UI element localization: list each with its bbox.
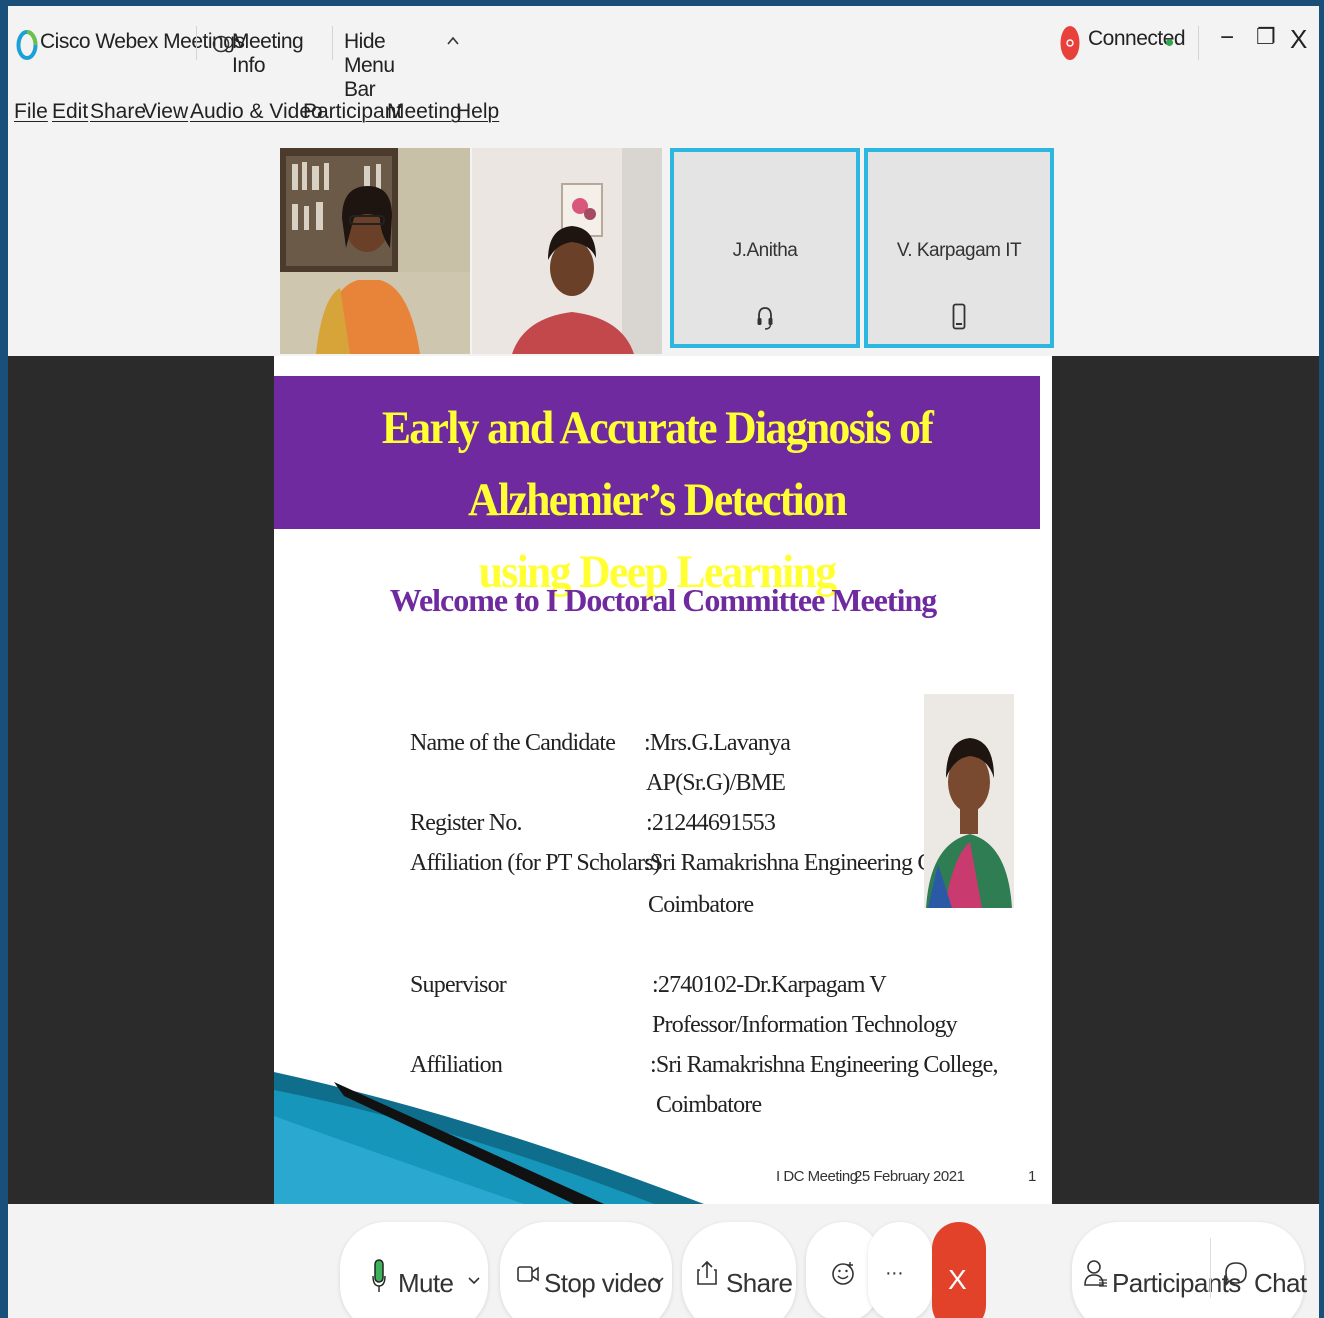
menu-file[interactable]: File	[14, 100, 48, 124]
stop-video-button[interactable]: Stop video	[500, 1222, 672, 1318]
participant-tile-v-karpagam[interactable]: V. Karpagam IT	[864, 148, 1054, 348]
menu-view[interactable]: View	[143, 100, 188, 124]
presentation-slide: Early and Accurate Diagnosis of Alzhemie…	[274, 356, 1052, 1204]
chevron-down-icon	[468, 1271, 480, 1291]
phone-icon	[952, 303, 966, 336]
affiliation-label: Affiliation	[410, 1052, 503, 1078]
menu-edit[interactable]: Edit	[52, 100, 88, 124]
webex-window: Cisco Webex Meetings Meeting Info Hide M…	[8, 6, 1319, 1318]
participant-name: J.Anitha	[732, 240, 798, 261]
participant-tile-j-anitha[interactable]: J.Anitha	[670, 148, 860, 348]
menu-share[interactable]: Share	[90, 100, 146, 124]
info-icon	[212, 35, 230, 53]
candidate-photo	[924, 694, 1014, 908]
stop-video-label: Stop video	[544, 1268, 661, 1298]
share-label: Share	[726, 1268, 793, 1298]
video-tile-2[interactable]	[472, 148, 662, 354]
share-icon	[696, 1260, 718, 1291]
divider	[196, 26, 197, 60]
participants-button[interactable]: Participants	[1072, 1222, 1241, 1318]
meeting-info-label: Meeting Info	[232, 30, 304, 77]
slide-welcome-heading: Welcome to I Doctoral Committee Meeting	[389, 582, 938, 618]
candidate-value: :Mrs.G.Lavanya	[644, 730, 791, 756]
chevron-down-icon	[652, 1271, 664, 1291]
supervisor-value: :2740102-Dr.Karpagam V	[652, 972, 887, 998]
slide-footer-meeting: I DC Meeting	[776, 1168, 858, 1185]
divider	[332, 26, 333, 60]
meeting-controls: Mute Stop video Share ··· X Participants…	[8, 1204, 1319, 1318]
chat-bubble-icon	[1224, 1260, 1248, 1293]
supervisor-label: Supervisor	[410, 972, 507, 998]
share-button[interactable]: Share	[682, 1222, 796, 1318]
panel-buttons-group: Participants Chat	[1072, 1222, 1307, 1318]
slide-page-number: 1	[1028, 1168, 1036, 1185]
mute-button[interactable]: Mute	[340, 1222, 488, 1318]
webex-logo-icon	[16, 28, 38, 67]
affiliation-value: :Sri Ramakrishna Engineering College,	[650, 1052, 998, 1078]
slide-title: Early and Accurate Diagnosis of Alzhemie…	[301, 392, 1013, 608]
chat-button[interactable]: Chat	[1212, 1222, 1307, 1318]
video-camera-icon	[516, 1262, 540, 1291]
title-bar: Cisco Webex Meetings Meeting Info Hide M…	[8, 6, 1319, 101]
headset-icon	[756, 305, 774, 336]
close-window-button[interactable]: X	[1290, 24, 1307, 55]
mute-label: Mute	[398, 1268, 454, 1298]
menu-meeting[interactable]: Meeting	[387, 100, 462, 124]
divider	[1198, 26, 1199, 60]
status-dot-icon	[1166, 39, 1173, 46]
more-options-icon: ···	[885, 1262, 904, 1284]
divider	[1210, 1238, 1211, 1298]
end-meeting-button[interactable]: X	[932, 1222, 986, 1318]
participant-video-image	[472, 148, 662, 354]
participants-icon	[1084, 1258, 1108, 1293]
video-tile-1[interactable]	[280, 148, 470, 354]
shared-content-area: Early and Accurate Diagnosis of Alzhemie…	[8, 356, 1319, 1204]
participant-name: V. Karpagam IT	[896, 240, 1022, 261]
supervisor-title: Professor/Information Technology	[652, 1012, 958, 1038]
participant-video-image	[280, 148, 470, 354]
candidate-designation: AP(Sr.G)/BME	[646, 770, 786, 796]
close-icon: X	[948, 1264, 967, 1295]
chevron-up-icon	[446, 34, 460, 53]
smiley-icon	[830, 1260, 856, 1293]
restore-button[interactable]: ❐	[1256, 24, 1276, 50]
candidate-label: Name of the Candidate	[410, 730, 616, 756]
more-options-button[interactable]: ···	[868, 1222, 932, 1318]
affiliation-pt-city: Coimbatore	[648, 892, 754, 918]
register-label: Register No.	[410, 810, 523, 836]
recording-icon	[1060, 24, 1080, 67]
affiliation-pt-label: Affiliation (for PT Scholars)	[410, 850, 661, 876]
microphone-icon	[372, 1258, 386, 1299]
menu-help[interactable]: Help	[456, 100, 499, 124]
slide-title-banner: Early and Accurate Diagnosis of Alzhemie…	[274, 376, 1040, 598]
affiliation-city: Coimbatore	[656, 1092, 762, 1118]
chat-label: Chat	[1254, 1268, 1307, 1298]
menu-bar: File Edit Share View Audio & Video Parti…	[8, 94, 1319, 130]
register-value: :21244691553	[646, 810, 776, 836]
hide-menu-bar-label: Hide Menu Bar	[344, 30, 395, 101]
slide-title-line-1: Early and Accurate Diagnosis of Alzhemie…	[381, 402, 934, 526]
video-strip: J.Anitha V. Karpagam IT	[280, 148, 1054, 354]
minimize-button[interactable]: −	[1220, 24, 1234, 52]
slide-footer-date: 25 February 2021	[854, 1168, 965, 1185]
